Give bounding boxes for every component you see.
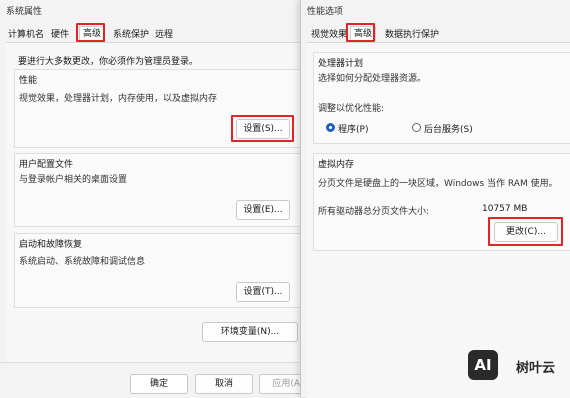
virtual-memory-title: 虚拟内存 xyxy=(318,160,355,170)
footer-divider xyxy=(0,362,304,363)
tab-dep[interactable]: 数据执行保护 xyxy=(385,28,439,42)
radio-programs-label[interactable]: 程序(P) xyxy=(338,122,368,135)
startup-recovery-settings-button[interactable]: 设置(T)... xyxy=(236,282,290,302)
paging-total-value: 10757 MB xyxy=(482,204,528,214)
tab-system-protection[interactable]: 系统保护 xyxy=(113,28,149,42)
highlight-performance-settings xyxy=(231,115,294,142)
user-profiles-settings-button[interactable]: 设置(E)... xyxy=(236,200,290,220)
window-title: 性能选项 xyxy=(307,7,344,17)
user-profiles-title: 用户配置文件 xyxy=(19,160,74,170)
startup-recovery-title: 启动和故障恢复 xyxy=(19,240,83,250)
user-profiles-desc: 与登录帐户相关的桌面设置 xyxy=(19,175,128,185)
watermark-logo-icon: AI xyxy=(468,350,498,380)
highlight-tab-advanced xyxy=(76,23,105,42)
performance-title: 性能 xyxy=(19,76,38,86)
window-title: 系统属性 xyxy=(6,7,43,17)
cancel-button[interactable]: 取消 xyxy=(195,374,253,394)
tab-computer-name[interactable]: 计算机名 xyxy=(8,28,44,42)
highlight-tab-advanced xyxy=(346,23,375,42)
radio-programs[interactable] xyxy=(326,123,335,132)
watermark: AI 树叶云 xyxy=(462,348,570,388)
performance-options-window: 性能选项 视觉效果 高级 数据执行保护 处理器计划 选择如何分配处理器资源。 调… xyxy=(300,0,570,398)
watermark-text: 树叶云 xyxy=(516,361,556,376)
tab-remote[interactable]: 远程 xyxy=(155,28,173,42)
radio-background-services[interactable] xyxy=(412,123,421,132)
startup-recovery-desc: 系统启动、系统故障和调试信息 xyxy=(19,257,146,267)
virtual-memory-desc: 分页文件是硬盘上的一块区域，Windows 当作 RAM 使用。 xyxy=(318,179,558,189)
paging-total-label: 所有驱动器总分页文件大小: xyxy=(318,207,430,217)
radio-background-services-label[interactable]: 后台服务(S) xyxy=(424,122,473,135)
performance-desc: 视觉效果，处理器计划，内存使用，以及虚拟内存 xyxy=(19,94,218,104)
system-properties-window: 系统属性 计算机名 硬件 高级 系统保护 远程 要进行大多数更改，你必须作为管理… xyxy=(0,0,317,397)
tab-visual-effects[interactable]: 视觉效果 xyxy=(311,28,347,42)
admin-note: 要进行大多数更改，你必须作为管理员登录。 xyxy=(18,57,199,67)
processor-title: 处理器计划 xyxy=(318,59,364,69)
adjust-label: 调整以优化性能: xyxy=(318,104,385,114)
tab-hardware[interactable]: 硬件 xyxy=(51,28,69,42)
environment-variables-button[interactable]: 环境变量(N)... xyxy=(202,322,298,342)
ok-button[interactable]: 确定 xyxy=(130,374,188,394)
processor-desc: 选择如何分配处理器资源。 xyxy=(318,74,427,84)
highlight-change-button xyxy=(488,217,563,246)
